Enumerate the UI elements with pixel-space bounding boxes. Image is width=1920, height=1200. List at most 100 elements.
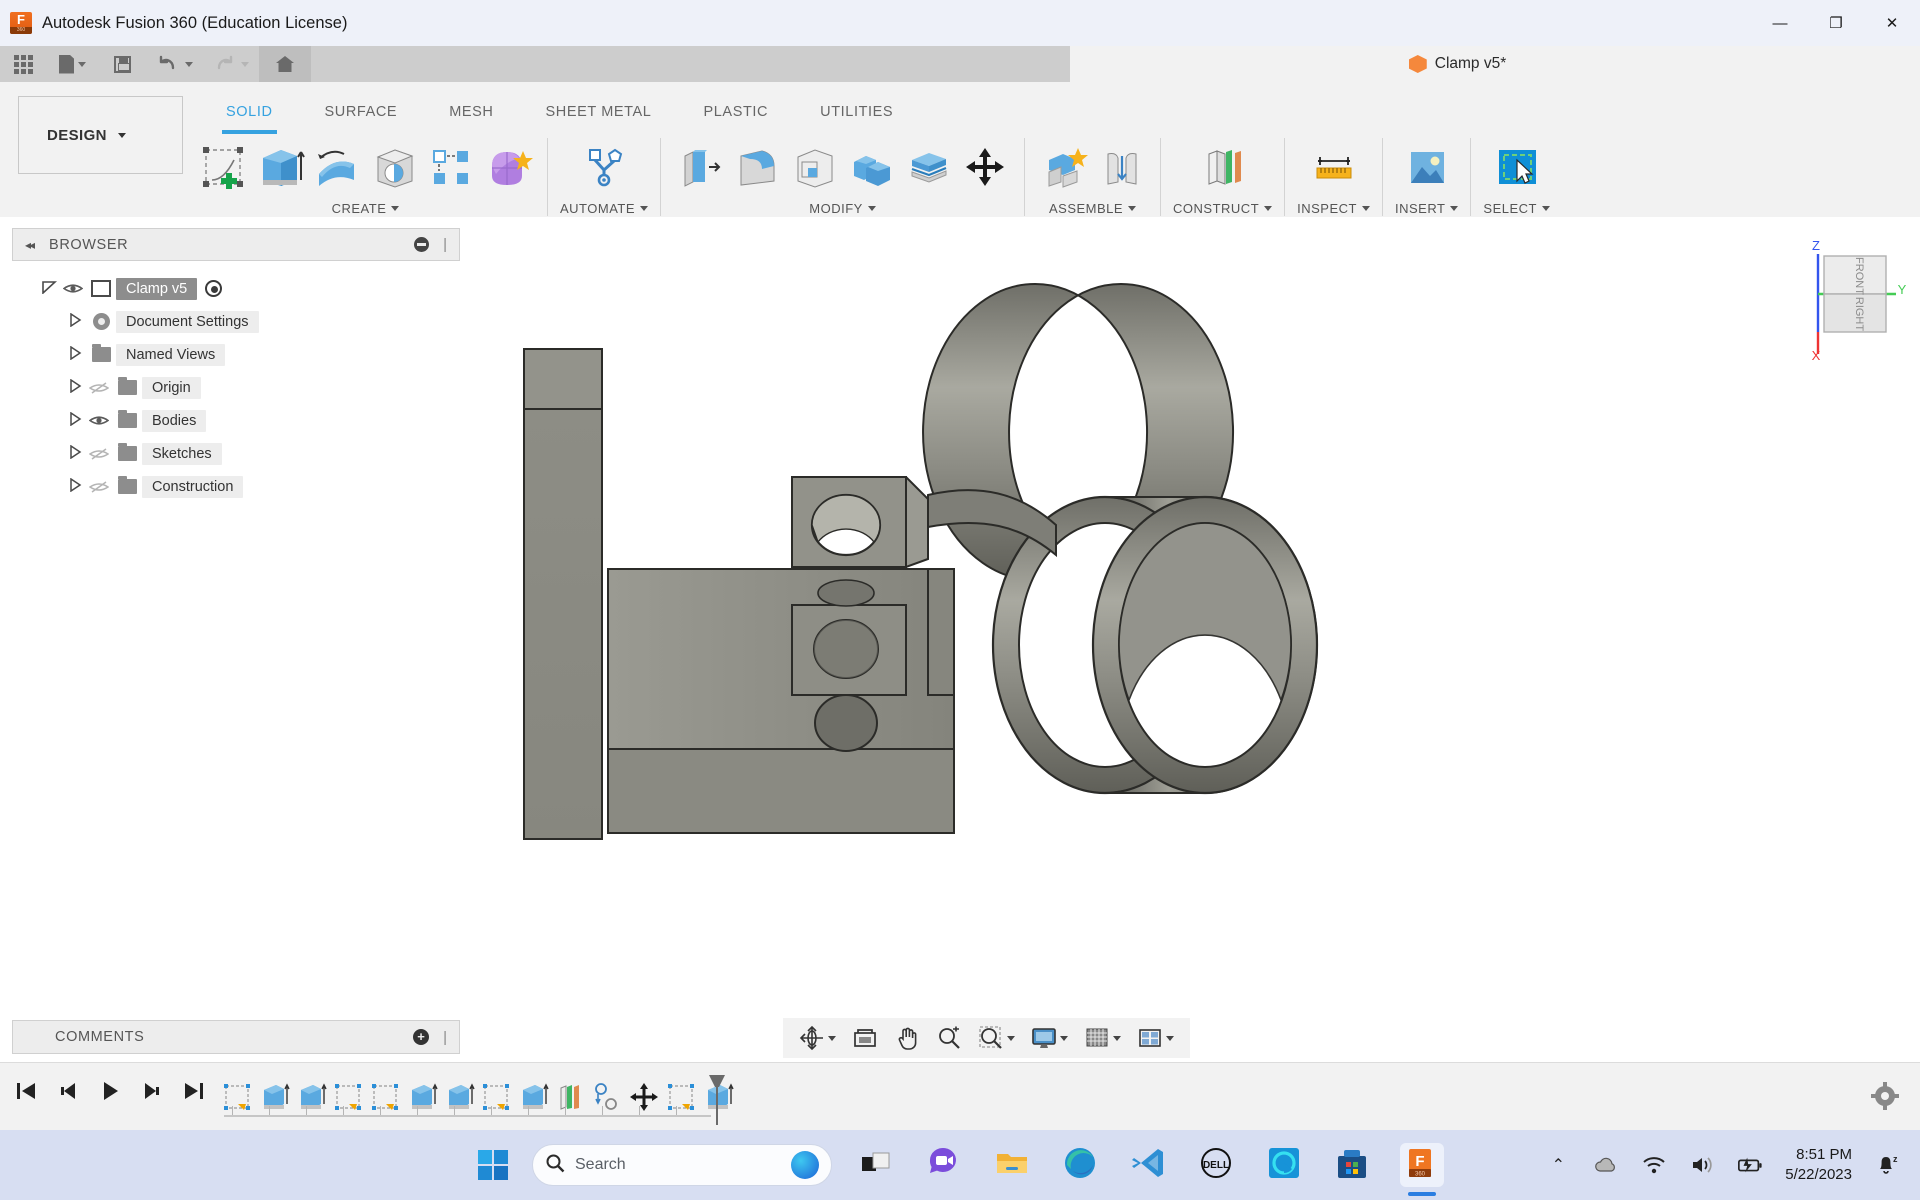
timeline-sketch-feature[interactable] — [479, 1080, 513, 1114]
revolve-icon[interactable] — [310, 140, 364, 194]
onedrive-cloud-icon[interactable] — [1593, 1152, 1619, 1178]
microsoft-store-icon[interactable] — [1332, 1143, 1376, 1187]
hole-icon[interactable] — [367, 140, 421, 194]
combine-icon[interactable] — [844, 140, 898, 194]
redo-button[interactable] — [203, 46, 259, 82]
rectangular-pattern-icon[interactable] — [424, 140, 478, 194]
minimize-button[interactable]: — — [1752, 0, 1808, 46]
panel-construct-title[interactable]: CONSTRUCT — [1173, 201, 1273, 216]
press-pull-icon[interactable] — [673, 140, 727, 194]
activate-component-radio[interactable] — [205, 280, 223, 297]
pan-button[interactable] — [888, 1021, 926, 1055]
orbit-button[interactable] — [793, 1021, 842, 1055]
timeline-settings-gear-icon[interactable] — [1870, 1081, 1900, 1111]
look-at-button[interactable] — [846, 1021, 884, 1055]
start-button[interactable] — [478, 1150, 508, 1180]
tab-mesh[interactable]: MESH — [423, 104, 519, 130]
teams-chat-icon[interactable] — [924, 1143, 968, 1187]
visibility-hidden-icon[interactable] — [86, 381, 112, 395]
measure-icon[interactable] — [1307, 140, 1361, 194]
workspace-selector[interactable]: DESIGN — [18, 96, 183, 174]
timeline-extrude-feature[interactable] — [442, 1080, 476, 1114]
timeline-sketch-feature[interactable] — [331, 1080, 365, 1114]
visibility-hidden-icon[interactable] — [86, 447, 112, 461]
expand-arrow-icon[interactable] — [64, 477, 86, 495]
notifications-bell-icon[interactable]: z — [1874, 1152, 1900, 1178]
alexa-icon[interactable] — [1264, 1143, 1308, 1187]
panel-inspect-title[interactable]: INSPECT — [1297, 201, 1370, 216]
tab-utilities[interactable]: UTILITIES — [794, 104, 919, 130]
zoom-button[interactable] — [930, 1021, 968, 1055]
vscode-icon[interactable] — [1128, 1143, 1172, 1187]
close-button[interactable]: ✕ — [1864, 0, 1920, 46]
tab-plastic[interactable]: PLASTIC — [677, 104, 794, 130]
panel-select-title[interactable]: SELECT — [1483, 201, 1550, 216]
joint-icon[interactable] — [1094, 140, 1148, 194]
timeline-extrude-feature[interactable] — [294, 1080, 328, 1114]
skip-to-end-icon[interactable] — [180, 1077, 208, 1105]
expand-arrow-icon[interactable] — [64, 312, 86, 330]
browser-minimize-icon[interactable] — [414, 237, 429, 252]
timeline-end-marker[interactable] — [707, 1075, 727, 1125]
tab-surface[interactable]: SURFACE — [299, 104, 424, 130]
clock[interactable]: 8:51 PM 5/22/2023 — [1785, 1145, 1852, 1185]
panel-modify-title[interactable]: MODIFY — [809, 201, 876, 216]
create-sketch-icon[interactable] — [196, 140, 250, 194]
timeline-track[interactable] — [220, 1073, 735, 1121]
tab-solid[interactable]: SOLID — [200, 104, 299, 134]
fusion360-taskbar-icon[interactable]: F 360 — [1400, 1143, 1444, 1196]
timeline-extrude-feature[interactable] — [257, 1080, 291, 1114]
tree-item-named-views[interactable]: Named Views — [12, 338, 460, 371]
tree-item-document-settings[interactable]: Document Settings — [12, 305, 460, 338]
shell-icon[interactable] — [787, 140, 841, 194]
comments-panel-header[interactable]: COMMENTS + | — [12, 1020, 460, 1054]
play-icon[interactable] — [96, 1077, 124, 1105]
step-back-icon[interactable] — [54, 1077, 82, 1105]
tray-overflow-icon[interactable]: ⌃ — [1545, 1152, 1571, 1178]
design-canvas[interactable] — [460, 225, 1920, 1025]
task-view-button[interactable] — [856, 1143, 900, 1187]
visibility-eye-icon[interactable] — [86, 414, 112, 427]
zoom-window-button[interactable] — [972, 1021, 1021, 1055]
visibility-eye-icon[interactable] — [60, 282, 86, 295]
save-button[interactable] — [98, 46, 147, 82]
expand-arrow-icon[interactable] — [64, 345, 86, 363]
undo-button[interactable] — [147, 46, 203, 82]
tree-item-sketches[interactable]: Sketches — [12, 437, 460, 470]
timeline-extrude-feature[interactable] — [405, 1080, 439, 1114]
panel-assemble-title[interactable]: ASSEMBLE — [1049, 201, 1137, 216]
battery-icon[interactable] — [1737, 1152, 1763, 1178]
fillet-icon[interactable] — [730, 140, 784, 194]
panel-insert-title[interactable]: INSERT — [1395, 201, 1459, 216]
timeline-sketch-feature[interactable] — [220, 1080, 254, 1114]
document-tab[interactable]: Clamp v5* — [1070, 46, 1845, 82]
expand-arrow-icon[interactable] — [64, 444, 86, 462]
extrude-icon[interactable] — [253, 140, 307, 194]
timeline-mirror-feature[interactable] — [590, 1080, 624, 1114]
expand-arrow-icon[interactable] — [64, 378, 86, 396]
panel-automate-title[interactable]: AUTOMATE — [560, 201, 649, 216]
tab-sheet-metal[interactable]: SHEET METAL — [520, 104, 678, 130]
timeline-sketch-feature[interactable] — [368, 1080, 402, 1114]
form-icon[interactable] — [481, 140, 535, 194]
expand-arrow-icon[interactable] — [64, 411, 86, 429]
collapse-browser-icon[interactable]: ◂◂ — [25, 238, 35, 252]
microsoft-edge-icon[interactable] — [1060, 1143, 1104, 1187]
new-document-button[interactable] — [47, 46, 98, 82]
panel-create-title[interactable]: CREATE — [332, 201, 400, 216]
new-component-icon[interactable] — [1037, 140, 1091, 194]
tree-item-construction[interactable]: Construction — [12, 470, 460, 503]
bing-chat-icon[interactable] — [791, 1151, 819, 1179]
move-copy-icon[interactable] — [958, 140, 1012, 194]
display-settings-button[interactable] — [1025, 1021, 1074, 1055]
viewports-button[interactable] — [1131, 1021, 1180, 1055]
wifi-icon[interactable] — [1641, 1152, 1667, 1178]
expand-arrow-icon[interactable] — [38, 280, 60, 297]
tree-item-bodies[interactable]: Bodies — [12, 404, 460, 437]
dell-icon[interactable]: DELL — [1196, 1143, 1240, 1187]
timeline-plane-feature[interactable] — [553, 1080, 587, 1114]
comments-resize-grip[interactable]: | — [443, 1029, 447, 1046]
search-input[interactable]: Search — [532, 1144, 832, 1186]
timeline-extrude-feature[interactable] — [516, 1080, 550, 1114]
app-grid-button[interactable] — [0, 46, 47, 82]
